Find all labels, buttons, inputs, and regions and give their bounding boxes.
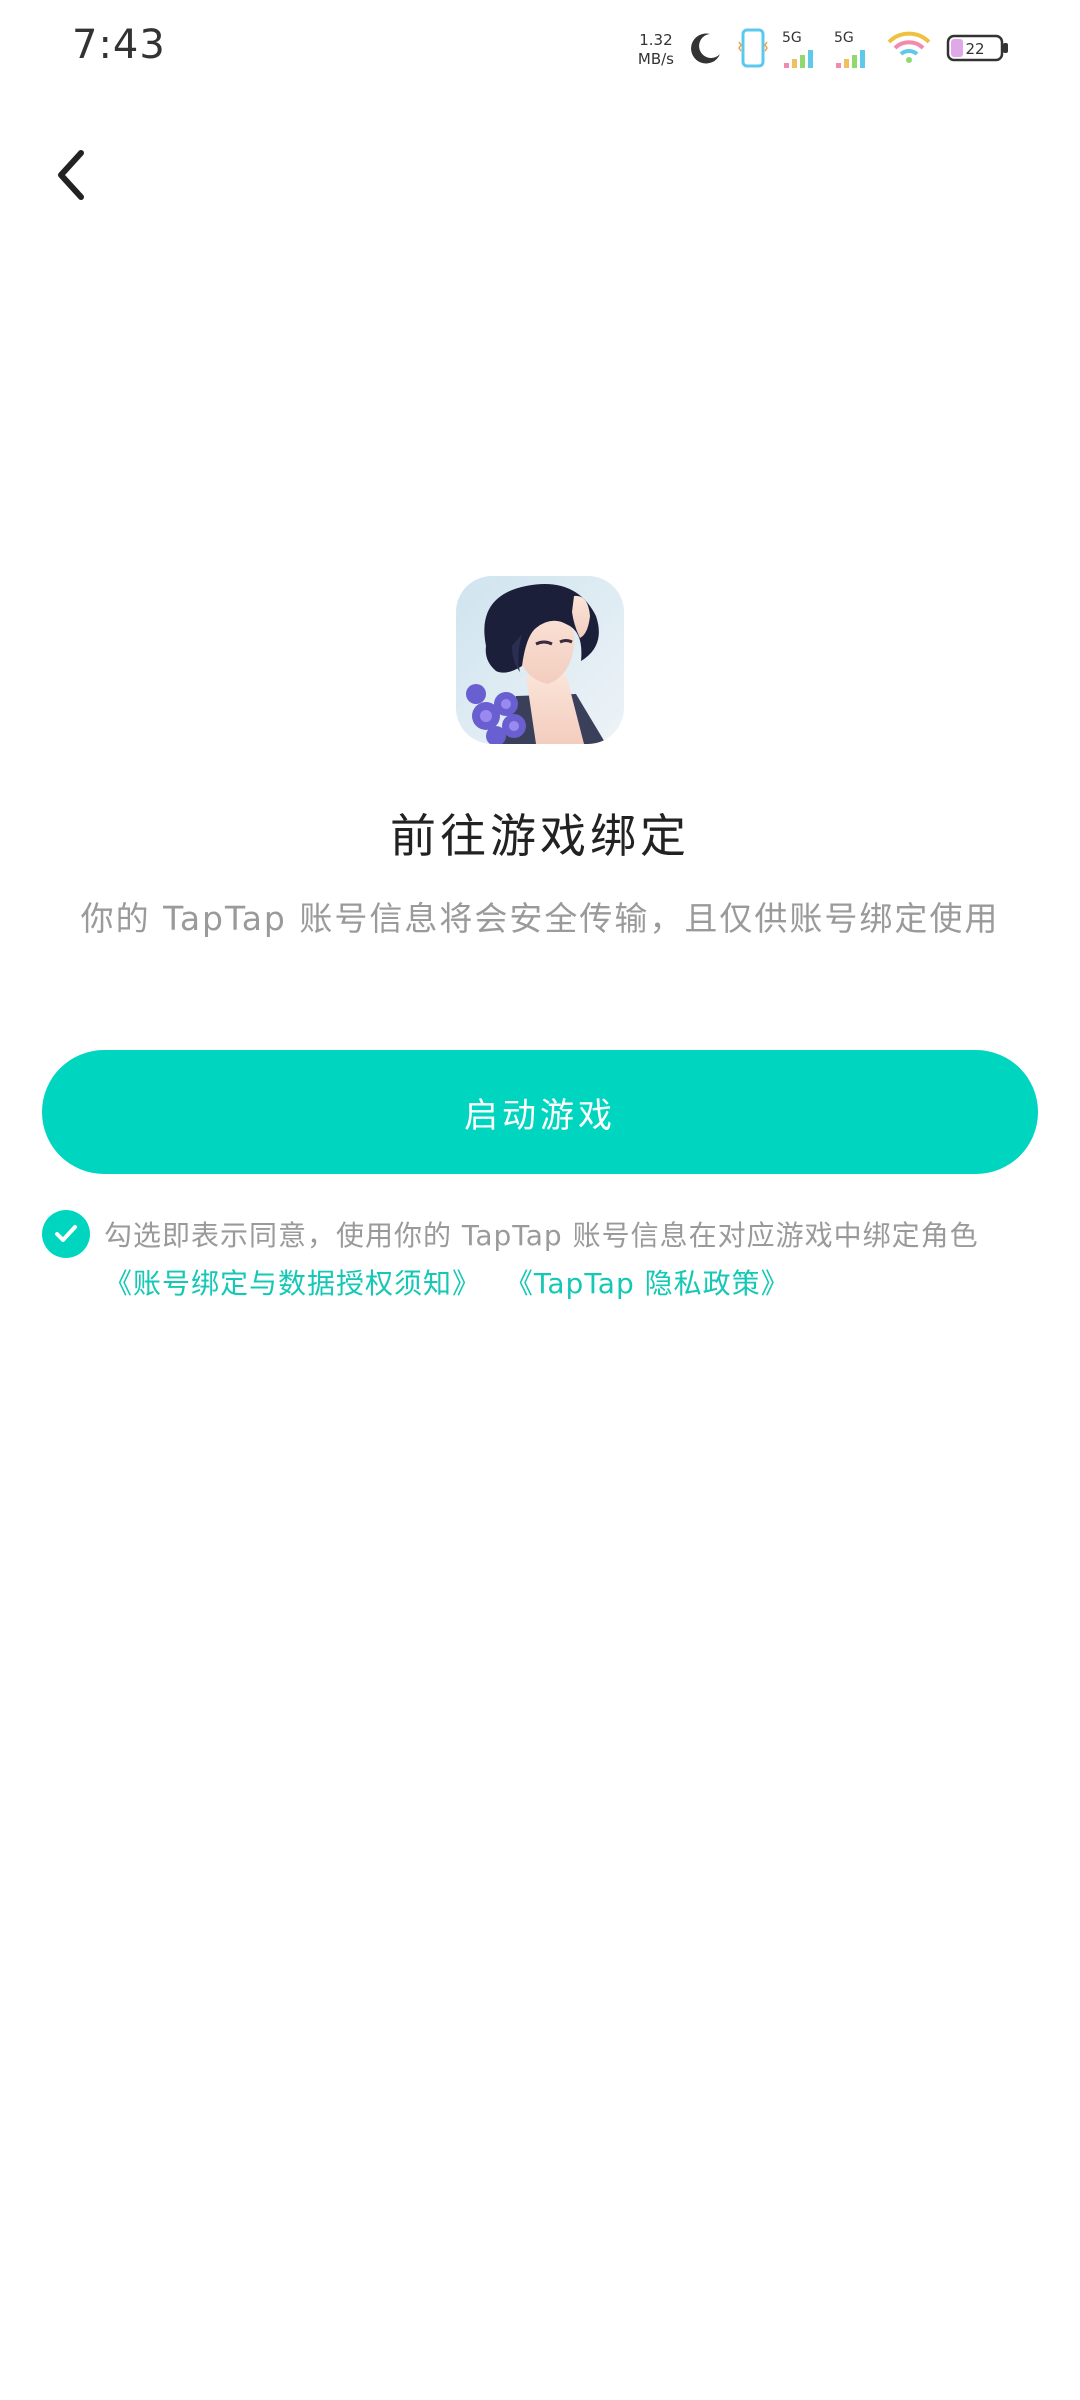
network-speed-value: 1.32 (639, 31, 673, 49)
network-speed: 1.32 MB/s (638, 31, 674, 69)
game-app-icon (456, 576, 624, 744)
binding-terms-link[interactable]: 《账号绑定与数据授权须知》 (104, 1267, 481, 1300)
consent-links: 《账号绑定与数据授权须知》 《TapTap 隐私政策》 (104, 1262, 790, 1302)
sim1-label: 5G (782, 30, 802, 46)
vibrate-icon (738, 28, 768, 72)
back-button[interactable] (36, 140, 106, 210)
security-notice: 你的 TapTap 账号信息将会安全传输，且仅供账号绑定使用 (80, 899, 1000, 938)
page-title: 前往游戏绑定 (390, 809, 690, 863)
battery-level: 22 (965, 40, 984, 58)
network-speed-unit: MB/s (637, 50, 674, 68)
sim2-signal: 5G (834, 31, 872, 69)
signal-bars-icon (784, 50, 813, 68)
consent-text: 勾选即表示同意，使用你的 TapTap 账号信息在对应游戏中绑定角色 (104, 1219, 979, 1252)
moon-icon (688, 30, 724, 70)
sim1-signal: 5G (782, 31, 820, 69)
wifi-icon (886, 30, 932, 70)
privacy-policy-link[interactable]: 《TapTap 隐私政策》 (505, 1267, 790, 1300)
status-icons: 1.32 MB/s 5G 5G 22 (638, 24, 1010, 76)
status-time: 7:43 (72, 22, 166, 68)
chevron-left-icon (58, 150, 84, 200)
check-icon (55, 1225, 77, 1242)
consent-checkbox[interactable] (42, 1210, 90, 1258)
sim2-label: 5G (834, 30, 854, 46)
signal-bars-icon (836, 50, 865, 68)
launch-game-button[interactable]: 启动游戏 (42, 1050, 1038, 1174)
screen: 7:43 1.32 MB/s 5G 5G 22 前往游戏绑定 你的 TapTap… (0, 0, 1080, 2400)
status-bar: 7:43 1.32 MB/s 5G 5G 22 (0, 0, 1080, 100)
battery-icon: 22 (946, 33, 1010, 67)
